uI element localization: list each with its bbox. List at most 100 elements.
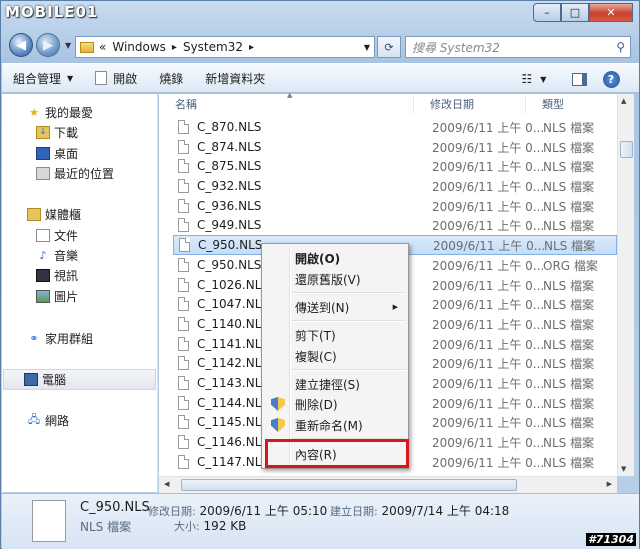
breadcrumb-separator[interactable]: ▸ bbox=[172, 42, 177, 53]
file-date: 2009/6/11 上午 0... bbox=[432, 179, 543, 194]
sidebar-item-recent[interactable]: 最近的位置 bbox=[36, 163, 114, 183]
file-icon bbox=[178, 396, 189, 410]
command-bar: 組合管理 ▼ 開啟 燒錄 新增資料夾 ☷ ▼ ? bbox=[2, 63, 639, 93]
details-type: NLS 檔案 bbox=[80, 520, 132, 534]
documents-icon bbox=[36, 228, 50, 242]
sidebar-label: 媒體櫃 bbox=[45, 207, 82, 222]
file-row[interactable]: C_870.NLS 2009/6/11 上午 0... NLS 檔案 bbox=[173, 117, 617, 137]
file-type: NLS 檔案 bbox=[543, 435, 595, 450]
breadcrumb-windows[interactable]: Windows bbox=[112, 40, 166, 54]
column-label: 類型 bbox=[542, 98, 564, 111]
library-icon bbox=[27, 207, 41, 221]
scroll-up-icon[interactable]: ▲ bbox=[621, 97, 626, 105]
column-header-name[interactable]: 名稱 ▲ bbox=[159, 91, 414, 114]
sidebar-label: 桌面 bbox=[54, 146, 79, 161]
file-type: NLS 檔案 bbox=[543, 415, 595, 430]
refresh-button[interactable]: ⟳ bbox=[377, 36, 401, 58]
minimize-button[interactable]: – bbox=[533, 3, 561, 22]
refresh-icon: ⟳ bbox=[384, 40, 394, 54]
sidebar-item-computer[interactable]: 電腦 bbox=[3, 369, 156, 390]
file-icon bbox=[178, 337, 189, 351]
horizontal-scrollbar[interactable]: ◀ ▶ bbox=[159, 476, 617, 493]
file-row[interactable]: C_949.NLS 2009/6/11 上午 0... NLS 檔案 bbox=[173, 215, 617, 235]
file-type: NLS 檔案 bbox=[543, 120, 595, 135]
burn-button[interactable]: 燒錄 bbox=[148, 64, 194, 92]
music-icon: ♪ bbox=[39, 248, 47, 262]
file-icon bbox=[178, 218, 189, 232]
sidebar-item-desktop[interactable]: 桌面 bbox=[36, 143, 78, 163]
menu-item-create-shortcut[interactable]: 建立捷徑(S) bbox=[264, 374, 406, 394]
address-bar[interactable]: « Windows ▸ System32 ▸ ▼ bbox=[75, 36, 375, 58]
file-type: NLS 檔案 bbox=[543, 199, 595, 214]
sort-arrow-icon: ▲ bbox=[287, 91, 293, 99]
scrollbar-thumb[interactable] bbox=[620, 141, 633, 158]
file-row[interactable]: C_932.NLS 2009/6/11 上午 0... NLS 檔案 bbox=[173, 176, 617, 196]
sidebar-item-videos[interactable]: 視訊 bbox=[36, 265, 78, 285]
file-date: 2009/6/11 上午 0... bbox=[432, 199, 543, 214]
sidebar-item-music[interactable]: ♪ 音樂 bbox=[36, 245, 78, 265]
help-button[interactable]: ? bbox=[600, 68, 622, 90]
new-folder-button[interactable]: 新增資料夾 bbox=[194, 64, 276, 92]
sidebar-item-libraries[interactable]: 媒體櫃 bbox=[27, 204, 81, 224]
menu-item-rename[interactable]: 重新命名(M) bbox=[264, 415, 406, 435]
highlight-box bbox=[265, 439, 409, 468]
file-date: 2009/6/11 上午 0... bbox=[432, 415, 543, 430]
file-icon bbox=[179, 238, 190, 252]
scroll-down-icon[interactable]: ▼ bbox=[621, 465, 626, 473]
menu-item-copy[interactable]: 複製(C) bbox=[264, 346, 406, 366]
breadcrumb-separator[interactable]: ▸ bbox=[249, 42, 254, 53]
history-dropdown[interactable]: ▼ bbox=[65, 41, 71, 50]
file-name: C_875.NLS bbox=[197, 159, 262, 173]
chevron-down-icon: ▼ bbox=[540, 74, 547, 84]
back-button[interactable]: ◀ bbox=[9, 33, 33, 57]
file-type: NLS 檔案 bbox=[543, 140, 595, 155]
search-input[interactable]: 搜尋 System32 ⚲ bbox=[405, 36, 631, 58]
file-type: NLS 檔案 bbox=[543, 396, 595, 411]
file-type: NLS 檔案 bbox=[543, 317, 595, 332]
sidebar-item-homegroup[interactable]: ⚭ 家用群組 bbox=[27, 328, 93, 348]
file-name: C_874.NLS bbox=[197, 140, 262, 154]
file-date: 2009/6/11 上午 0... bbox=[432, 356, 543, 371]
scroll-right-icon[interactable]: ▶ bbox=[607, 480, 612, 488]
context-menu: 開啟(O) 還原舊版(V) 傳送到(N) ▶ 剪下(T) 複製(C) 建立捷徑(S… bbox=[261, 243, 409, 469]
menu-item-send-to[interactable]: 傳送到(N) ▶ bbox=[264, 297, 406, 317]
file-date: 2009/6/11 上午 0... bbox=[432, 396, 543, 411]
sidebar-item-pictures[interactable]: 圖片 bbox=[36, 286, 78, 306]
uac-shield-icon bbox=[271, 418, 285, 432]
file-icon bbox=[178, 297, 189, 311]
maximize-button[interactable]: □ bbox=[561, 3, 589, 22]
view-options-button[interactable]: ☷ ▼ bbox=[516, 68, 552, 90]
open-button[interactable]: 開啟 bbox=[84, 64, 148, 92]
menu-item-cut[interactable]: 剪下(T) bbox=[264, 325, 406, 345]
breadcrumb-system32[interactable]: System32 bbox=[183, 40, 243, 54]
sidebar-item-documents[interactable]: 文件 bbox=[36, 225, 78, 245]
column-header-date[interactable]: 修改日期 bbox=[414, 94, 526, 114]
scrollbar-thumb[interactable] bbox=[181, 479, 517, 491]
sidebar-item-downloads[interactable]: ↓ 下載 bbox=[36, 122, 78, 142]
file-row[interactable]: C_875.NLS 2009/6/11 上午 0... NLS 檔案 bbox=[173, 156, 617, 176]
sidebar-item-favorites[interactable]: ★ 我的最愛 bbox=[27, 102, 93, 122]
address-dropdown-icon[interactable]: ▼ bbox=[364, 43, 370, 52]
watermark: MOBILE01 bbox=[5, 3, 99, 21]
created-value: 2009/7/14 上午 04:18 bbox=[381, 504, 510, 518]
menu-item-restore-previous[interactable]: 還原舊版(V) bbox=[264, 269, 406, 289]
forward-button[interactable]: ▶ bbox=[36, 33, 60, 57]
sidebar-item-network[interactable]: 🖧 網路 bbox=[27, 410, 69, 430]
file-row[interactable]: C_936.NLS 2009/6/11 上午 0... NLS 檔案 bbox=[173, 196, 617, 216]
file-row[interactable]: C_874.NLS 2009/6/11 上午 0... NLS 檔案 bbox=[173, 137, 617, 157]
organize-button[interactable]: 組合管理 ▼ bbox=[2, 64, 84, 92]
vertical-scrollbar[interactable]: ▲ ▼ bbox=[617, 94, 634, 476]
menu-item-open[interactable]: 開啟(O) bbox=[264, 248, 406, 268]
menu-separator bbox=[292, 292, 406, 294]
sidebar-label: 音樂 bbox=[54, 248, 79, 263]
file-date: 2009/6/11 上午 0... bbox=[432, 218, 543, 233]
scroll-left-icon[interactable]: ◀ bbox=[164, 480, 169, 488]
menu-item-delete[interactable]: 刪除(D) bbox=[264, 394, 406, 414]
column-header-type[interactable]: 類型 bbox=[526, 94, 617, 114]
file-date: 2009/6/11 上午 0... bbox=[432, 278, 543, 293]
address-prefix[interactable]: « bbox=[99, 40, 106, 54]
file-date: 2009/6/11 上午 0... bbox=[433, 238, 544, 253]
file-type: NLS 檔案 bbox=[543, 159, 595, 174]
preview-pane-button[interactable] bbox=[568, 68, 590, 90]
close-button[interactable]: ✕ bbox=[589, 3, 633, 22]
